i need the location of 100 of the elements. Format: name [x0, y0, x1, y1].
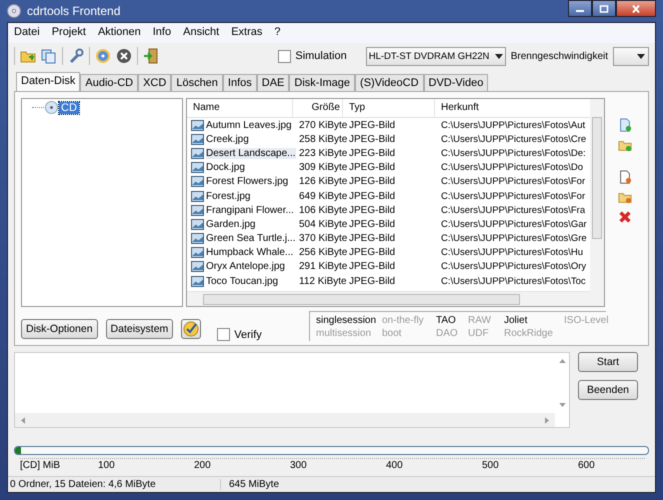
tab[interactable]: XCD — [138, 74, 172, 91]
image-file-icon — [191, 134, 204, 145]
file-name[interactable]: Desert Landscape... — [206, 148, 296, 159]
file-name[interactable]: Toco Toucan.jpg — [206, 276, 278, 287]
window-title: cdrtools Frontend — [27, 4, 120, 18]
file-name[interactable]: Garden.jpg — [206, 218, 256, 230]
file-add-icon[interactable] — [618, 118, 632, 132]
action-button[interactable]: Beenden — [578, 380, 638, 400]
option-label: singlesession — [316, 315, 378, 326]
image-file-icon — [191, 190, 204, 202]
image-file-icon — [191, 148, 204, 159]
tab[interactable]: Audio-CD — [80, 74, 138, 91]
verify-checkbox[interactable] — [217, 328, 230, 341]
file-name[interactable]: Autumn Leaves.jpg — [206, 120, 292, 131]
folder-remove-icon[interactable] — [618, 190, 632, 204]
copy-icon[interactable] — [41, 48, 57, 64]
menu-item[interactable]: Info — [152, 26, 172, 40]
table-cell-text: C:\Users\JUPP\Pictures\Fotos\Aut — [440, 120, 586, 131]
scroll-up-icon[interactable] — [558, 359, 566, 363]
file-remove-icon[interactable] — [618, 170, 632, 184]
table-cell-text: C:\Users\JUPP\Pictures\Fotos\Toc — [440, 276, 587, 287]
tab[interactable]: DAE — [256, 74, 290, 91]
scale-label: 500 — [482, 459, 500, 472]
table-cell-text: C:\Users\JUPP\Pictures\Fotos\De: — [440, 148, 587, 159]
menu-item[interactable]: Datei — [14, 26, 40, 40]
option-label: TAO — [436, 315, 457, 326]
scale-label: 200 — [194, 459, 212, 472]
file-name[interactable]: Creek.jpg — [206, 134, 249, 145]
vertical-scrollbar[interactable] — [590, 99, 604, 306]
table-cell-text: C:\Users\JUPP\Pictures\Fotos\Hu — [440, 247, 584, 258]
close-button[interactable] — [616, 0, 656, 17]
caret-icon — [637, 54, 645, 58]
column-header[interactable]: Name — [187, 99, 293, 117]
table-cell-text: C:\Users\JUPP\Pictures\Fotos\Gar — [440, 218, 588, 230]
column-header[interactable]: Größe — [293, 99, 343, 117]
option-label: RockRidge — [504, 328, 554, 339]
column-header[interactable]: Typ — [343, 99, 435, 117]
delete-icon[interactable] — [618, 210, 632, 224]
file-name[interactable]: Oryx Antelope.jpg — [206, 261, 285, 272]
disc-icon — [45, 101, 58, 114]
scroll-left-icon[interactable] — [21, 416, 25, 424]
maximize-icon — [599, 4, 609, 12]
scroll-right-icon[interactable] — [545, 416, 549, 424]
menu-item[interactable]: ? — [274, 26, 280, 40]
check-button[interactable] — [181, 319, 202, 339]
speed-label: Brenngeschwindigkeit — [510, 50, 608, 62]
tab[interactable]: Daten-Disk — [16, 72, 80, 91]
action-button[interactable]: Dateisystem — [106, 319, 174, 339]
folder-add-icon[interactable] — [618, 138, 632, 152]
file-name[interactable]: Dock.jpg — [206, 162, 245, 174]
option-label: DAO — [436, 328, 459, 339]
image-file-icon — [191, 261, 204, 272]
file-name[interactable]: Forest.jpg — [206, 190, 250, 202]
tree-item[interactable]: CD — [59, 102, 79, 114]
file-name[interactable]: Frangipani Flower... — [206, 204, 294, 216]
minimize-button[interactable] — [568, 0, 592, 17]
scroll-down-icon[interactable] — [558, 403, 566, 407]
table-cell-text: C:\Users\JUPP\Pictures\Fotos\Do — [440, 162, 584, 174]
image-file-icon — [191, 176, 204, 188]
close-icon — [631, 4, 641, 12]
exit-door-icon[interactable] — [143, 48, 159, 64]
action-button[interactable]: Disk-Optionen — [21, 319, 98, 339]
tab[interactable]: Disk-Image — [289, 74, 356, 91]
maximize-button[interactable] — [592, 0, 616, 17]
speed-dropdown[interactable] — [613, 46, 649, 66]
disc-burn-icon[interactable] — [95, 48, 111, 64]
menu-item[interactable]: Ansicht — [183, 26, 220, 40]
scale-label: [CD] MiB — [20, 459, 61, 472]
image-file-icon — [191, 162, 204, 174]
file-name[interactable]: Green Sea Turtle.j... — [206, 233, 296, 244]
scale-label: 300 — [290, 459, 308, 472]
tab[interactable]: (S)VideoCD — [355, 74, 424, 91]
drive-dropdown[interactable]: HL-DT-ST DVDRAM GH22N — [366, 46, 506, 66]
scale-label: 600 — [578, 459, 596, 472]
action-button[interactable]: Start — [578, 352, 638, 372]
scale-label: 100 — [98, 459, 116, 472]
simulation-checkbox[interactable] — [278, 50, 292, 62]
menu-item[interactable]: Projekt — [52, 26, 86, 40]
tab[interactable]: DVD-Video — [424, 74, 488, 91]
file-name[interactable]: Humpback Whale... — [206, 247, 294, 258]
wrench-icon[interactable] — [68, 48, 84, 64]
status-text: 645 MiByte — [228, 479, 280, 490]
option-label: multisession — [316, 328, 372, 339]
table-cell-text: C:\Users\JUPP\Pictures\Fotos\Gre — [440, 233, 588, 244]
image-file-icon — [191, 120, 204, 131]
image-file-icon — [191, 276, 204, 287]
image-file-icon — [191, 204, 204, 216]
cancel-icon[interactable] — [116, 48, 132, 64]
table-cell-text: C:\Users\JUPP\Pictures\Fotos\For — [440, 176, 586, 188]
option-label: UDF — [468, 328, 490, 339]
table-cell-text: C:\Users\JUPP\Pictures\Fotos\Cre — [440, 134, 588, 145]
menu-item[interactable]: Aktionen — [98, 26, 141, 40]
tab[interactable]: Infos — [222, 74, 257, 91]
menu-item[interactable]: Extras — [231, 26, 262, 40]
file-name[interactable]: Forest Flowers.jpg — [206, 176, 288, 188]
horizontal-scrollbar[interactable] — [187, 291, 590, 306]
table-cell-text: C:\Users\JUPP\Pictures\Fotos\Fra — [440, 204, 586, 216]
tab[interactable]: Löschen — [171, 74, 223, 91]
table-cell-text: C:\Users\JUPP\Pictures\Fotos\For — [440, 190, 586, 202]
checkbox-label: Verify — [234, 328, 262, 340]
